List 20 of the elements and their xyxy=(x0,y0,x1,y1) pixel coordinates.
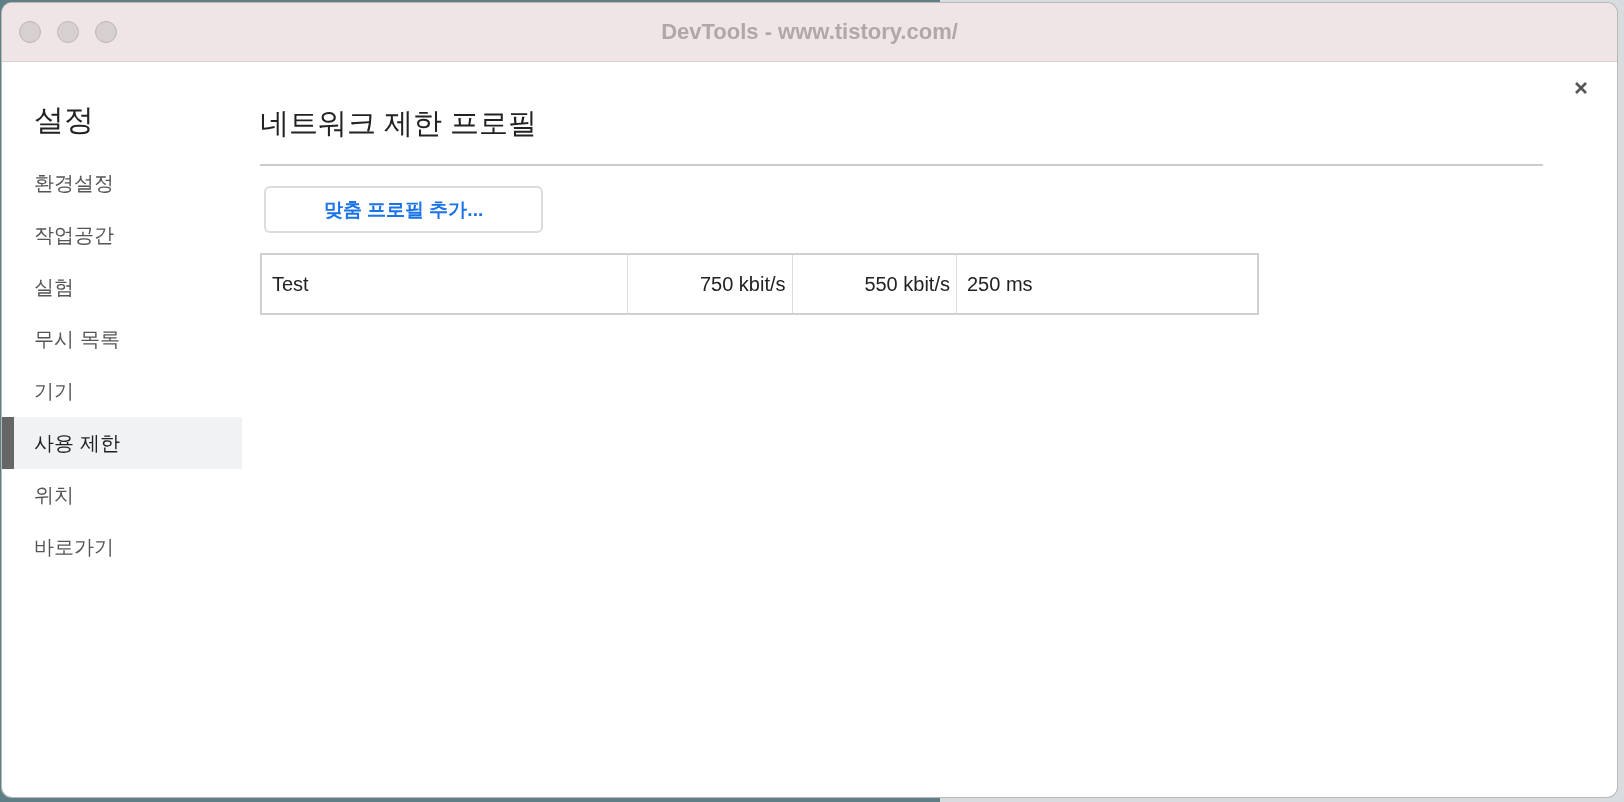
table-cell: 250 ms xyxy=(956,254,1258,314)
table-cell: 750 kbit/s xyxy=(627,254,793,314)
minimize-window-button[interactable] xyxy=(57,21,79,43)
sidebar-title: 설정 xyxy=(33,102,95,138)
add-profile-button[interactable]: 맞춤 프로필 추가... xyxy=(264,186,543,233)
sidebar-item[interactable]: 기기 xyxy=(2,365,242,417)
sidebar-item[interactable]: 무시 목록 xyxy=(2,313,242,365)
sidebar-item[interactable]: 위치 xyxy=(2,469,242,521)
sidebar-item[interactable]: 바로가기 xyxy=(2,521,242,573)
table-cell: Test xyxy=(261,254,628,314)
window-title: DevTools - www.tistory.com/ xyxy=(661,19,958,45)
sidebar-item[interactable]: 사용 제한 xyxy=(2,417,242,469)
sidebar-item[interactable]: 작업공간 xyxy=(2,209,242,261)
close-icon[interactable] xyxy=(1573,80,1589,96)
sidebar-item[interactable]: 실험 xyxy=(2,261,242,313)
table-cell: 550 kbit/s xyxy=(792,254,957,314)
page-heading: 네트워크 제한 프로필 xyxy=(260,104,1543,166)
sidebar-item[interactable]: 환경설정 xyxy=(2,157,242,209)
zoom-window-button[interactable] xyxy=(95,21,117,43)
close-window-button[interactable] xyxy=(19,21,41,43)
